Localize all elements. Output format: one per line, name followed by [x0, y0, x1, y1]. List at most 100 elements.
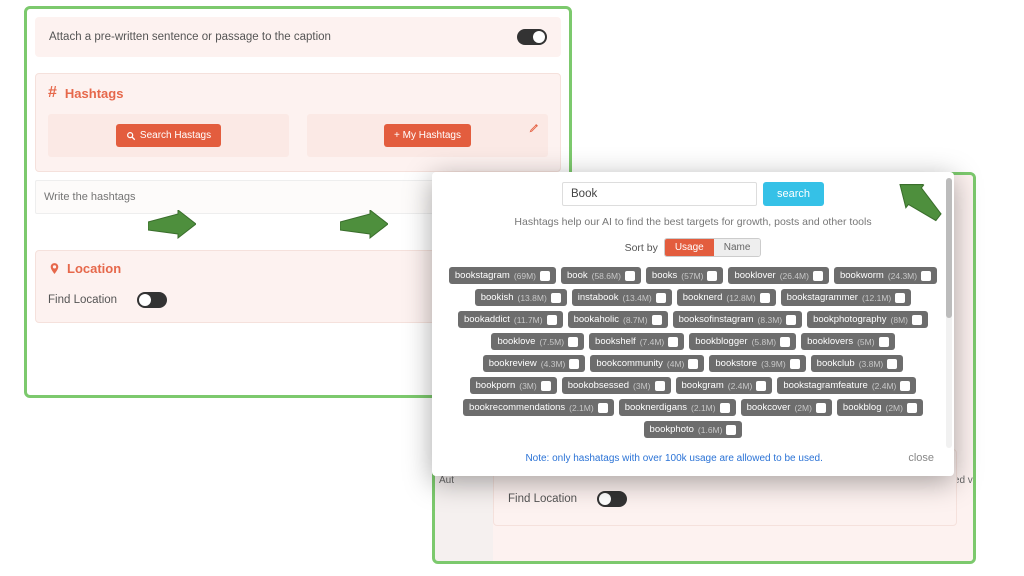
hashtag-search-input[interactable] — [562, 182, 757, 206]
hashtag-chip[interactable]: bookaddict(11.7M) — [458, 311, 563, 328]
hashtag-chip[interactable]: bookblogger(5.8M) — [689, 333, 796, 350]
hashtag-chip[interactable]: bookcommunity(4M) — [590, 355, 704, 372]
hashtag-chip-count: (12.8M) — [726, 293, 755, 303]
hashtag-chip-count: (11.7M) — [514, 315, 543, 325]
hashtag-chip[interactable]: bookrecommendations(2.1M) — [463, 399, 614, 416]
hashtag-chip[interactable]: bookstagram(69M) — [449, 267, 556, 284]
hashtag-chip-checkbox[interactable] — [688, 359, 698, 369]
hashtag-chip-name: bookcommunity — [596, 358, 663, 369]
hashtag-chip-checkbox[interactable] — [900, 381, 910, 391]
find-location-toggle-left[interactable] — [137, 292, 167, 308]
hashtag-chip[interactable]: books(57M) — [646, 267, 724, 284]
sort-row: Sort by Usage Name — [432, 234, 954, 265]
find-location-label-right: Find Location — [508, 493, 577, 505]
hashtag-chip[interactable]: bookstagrammer(12.1M) — [781, 289, 912, 306]
search-hashtags-button[interactable]: Search Hastags — [116, 124, 221, 147]
hashtag-chip-checkbox[interactable] — [655, 381, 665, 391]
attach-sentence-label: Attach a pre-written sentence or passage… — [49, 31, 331, 43]
hashtag-chip-name: bookrecommendations — [469, 402, 565, 413]
hashtag-chip[interactable]: bookreview(4.3M) — [483, 355, 586, 372]
hashtag-chip[interactable]: bookporn(3M) — [470, 377, 557, 394]
hashtag-chip-checkbox[interactable] — [551, 293, 561, 303]
hashtag-chip-name: bookshelf — [595, 336, 636, 347]
my-hashtags-button[interactable]: + My Hashtags — [384, 124, 471, 147]
hashtag-chip[interactable]: booknerd(12.8M) — [677, 289, 776, 306]
hashtags-card: # Hashtags Search Hastags + My Hashtags — [35, 73, 561, 172]
hashtag-chip-checkbox[interactable] — [668, 337, 678, 347]
hashtag-chip[interactable]: booksofinstagram(8.3M) — [673, 311, 803, 328]
hashtags-header: # Hashtags — [48, 84, 548, 102]
hashtag-chip[interactable]: booklover (26.4M) — [728, 267, 829, 284]
hashtag-chip-count: (2.4M) — [872, 381, 897, 391]
hashtag-chip[interactable]: book(58.6M) — [561, 267, 641, 284]
hashtag-chip[interactable]: bookphotography(8M) — [807, 311, 928, 328]
hashtag-chip-count: (58.6M) — [592, 271, 621, 281]
hashtag-chip-checkbox[interactable] — [921, 271, 931, 281]
hashtag-chip-checkbox[interactable] — [656, 293, 666, 303]
hashtag-chip-checkbox[interactable] — [780, 337, 790, 347]
hashtag-chip[interactable]: bookaholic(8.7M) — [568, 311, 668, 328]
hashtag-chip-checkbox[interactable] — [540, 271, 550, 281]
hashtag-chip[interactable]: booklove(7.5M) — [491, 333, 584, 350]
hashtag-chip[interactable]: bookcover(2M) — [741, 399, 832, 416]
hashtag-chip-checkbox[interactable] — [760, 293, 770, 303]
hashtag-chip-checkbox[interactable] — [568, 337, 578, 347]
hashtag-chip-count: (24.3M) — [888, 271, 917, 281]
hashtag-chip[interactable]: bookgram(2.4M) — [676, 377, 773, 394]
edit-icon[interactable] — [529, 120, 540, 138]
hashtag-chip[interactable]: bookstore(3.9M) — [709, 355, 805, 372]
hashtags-title: Hashtags — [65, 86, 124, 101]
hashtag-chip-checkbox[interactable] — [625, 271, 635, 281]
modal-help-text: Hashtags help our AI to find the best ta… — [432, 212, 954, 234]
hashtag-chip[interactable]: booknerdigans(2.1M) — [619, 399, 736, 416]
hashtag-chip[interactable]: bookphoto(1.6M) — [644, 421, 743, 438]
hashtag-chip[interactable]: bookblog(2M) — [837, 399, 923, 416]
hashtag-chip-checkbox[interactable] — [756, 381, 766, 391]
hashtag-chip-checkbox[interactable] — [813, 271, 823, 281]
hashtag-chip[interactable]: bookish(13.8M) — [475, 289, 567, 306]
hashtag-chip-count: (26.4M) — [780, 271, 809, 281]
close-button[interactable]: close — [902, 450, 940, 466]
hashtag-chip-checkbox[interactable] — [907, 403, 917, 413]
hashtag-chip[interactable]: bookobsessed(3M) — [562, 377, 671, 394]
hashtag-chip-checkbox[interactable] — [598, 403, 608, 413]
hashtag-chip-checkbox[interactable] — [720, 403, 730, 413]
hashtag-chip-checkbox[interactable] — [816, 403, 826, 413]
hashtag-chip-count: (2M) — [885, 403, 902, 413]
scrollbar-thumb[interactable] — [946, 178, 952, 318]
hashtag-results-list: bookstagram(69M)book(58.6M)books(57M)boo… — [432, 265, 954, 444]
sort-usage-tab[interactable]: Usage — [665, 239, 714, 256]
find-location-label-left: Find Location — [48, 294, 117, 306]
hashtag-chip[interactable]: bookclub(3.8M) — [811, 355, 904, 372]
search-button[interactable]: search — [763, 182, 824, 206]
hashtag-chip-count: (13.4M) — [622, 293, 651, 303]
hashtag-chip-checkbox[interactable] — [726, 425, 736, 435]
hashtag-chip[interactable]: bookstagramfeature(2.4M) — [777, 377, 916, 394]
hashtag-chip-checkbox[interactable] — [887, 359, 897, 369]
find-location-toggle-right[interactable] — [597, 491, 627, 507]
attach-sentence-toggle[interactable] — [517, 29, 547, 45]
hashtag-chip-checkbox[interactable] — [895, 293, 905, 303]
hashtag-chip-count: (1.6M) — [698, 425, 723, 435]
hashtag-chip-name: booklover — [734, 270, 775, 281]
hashtag-chip[interactable]: bookworm(24.3M) — [834, 267, 937, 284]
location-pin-icon — [48, 262, 61, 275]
hashtag-chip-name: bookblogger — [695, 336, 747, 347]
hashtag-chip-name: bookstore — [715, 358, 757, 369]
hashtag-chip-checkbox[interactable] — [707, 271, 717, 281]
hashtag-chip-checkbox[interactable] — [790, 359, 800, 369]
hashtag-chip[interactable]: instabook(13.4M) — [572, 289, 672, 306]
hashtag-chip-checkbox[interactable] — [786, 315, 796, 325]
hashtag-chip-checkbox[interactable] — [547, 315, 557, 325]
hashtag-chip-checkbox[interactable] — [652, 315, 662, 325]
hashtag-chip-checkbox[interactable] — [541, 381, 551, 391]
hashtag-chip-name: bookstagram — [455, 270, 510, 281]
hashtag-chip-checkbox[interactable] — [569, 359, 579, 369]
hashtag-chip-checkbox[interactable] — [879, 337, 889, 347]
hashtag-chip[interactable]: bookshelf(7.4M) — [589, 333, 684, 350]
hashtag-chip[interactable]: booklovers(5M) — [801, 333, 894, 350]
hashtag-chip-count: (8.7M) — [623, 315, 648, 325]
sort-name-tab[interactable]: Name — [714, 239, 761, 256]
hashtag-chip-checkbox[interactable] — [912, 315, 922, 325]
hashtag-chip-count: (5M) — [857, 337, 874, 347]
